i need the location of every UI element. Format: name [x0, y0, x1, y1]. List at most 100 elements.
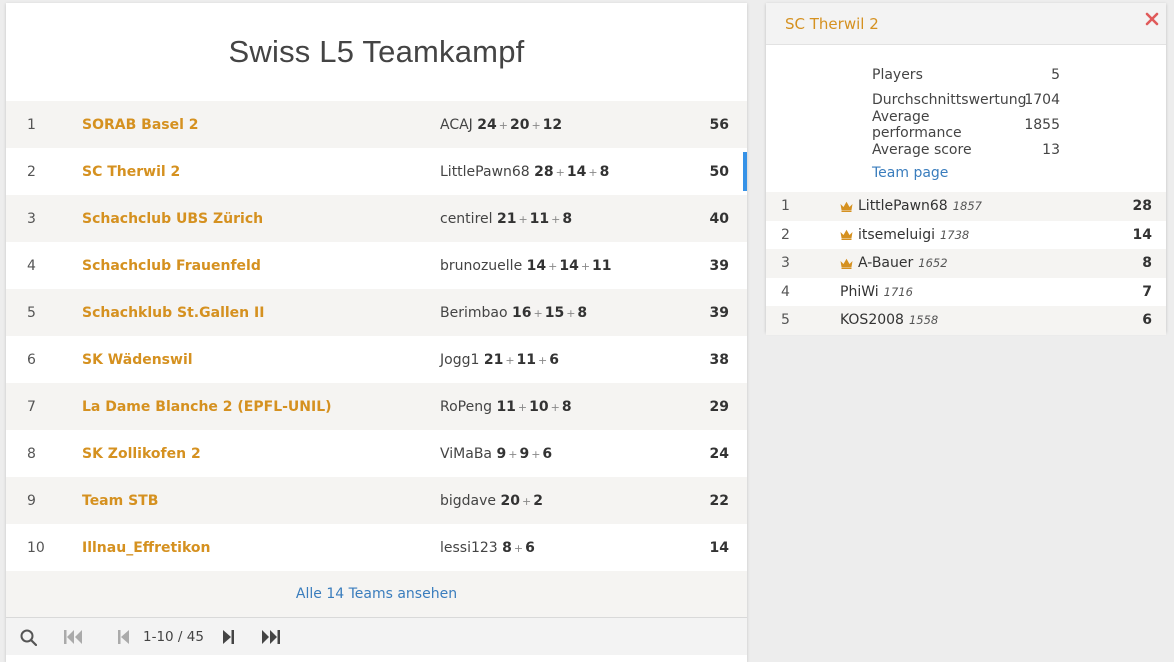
top-players: ViMaBa 9 +9 +6: [440, 446, 690, 462]
stat-average-performance: Average performance 1855: [872, 109, 1166, 141]
standings-row[interactable]: 9 Team STB bigdave 20 +2 22: [6, 477, 747, 524]
team-name-link[interactable]: Schachclub UBS Zürich: [82, 211, 440, 227]
player-name-link[interactable]: itsemeluigi: [858, 227, 935, 243]
player-name-link[interactable]: Berimbao: [440, 305, 508, 321]
stat-value: 1704: [1024, 91, 1060, 108]
plus-sign: +: [548, 259, 558, 273]
standings-row[interactable]: 2 SC Therwil 2 LittlePawn68 28 +14 +8 50: [6, 148, 747, 195]
player-points: 10: [529, 398, 549, 415]
player-score: 28: [1132, 198, 1152, 215]
player-name-link[interactable]: LittlePawn68: [440, 164, 530, 180]
player-points: 14: [559, 257, 579, 274]
plus-sign: +: [521, 494, 532, 508]
team-name-link[interactable]: Team STB: [82, 493, 440, 509]
player-name-link[interactable]: PhiWi: [840, 284, 879, 300]
player-name-link[interactable]: KOS2008: [840, 312, 904, 328]
standings-row[interactable]: 8 SK Zollikofen 2 ViMaBa 9 +9 +6 24: [6, 430, 747, 477]
plus-sign: +: [517, 400, 528, 414]
player-points: 28: [534, 163, 554, 180]
standings-row[interactable]: 3 Schachclub UBS Zürich centirel 21 +11 +8 40: [6, 195, 747, 242]
close-icon[interactable]: [1145, 11, 1159, 26]
player-name-link[interactable]: brunozuelle: [440, 258, 522, 274]
standings-row[interactable]: 5 Schachklub St.Gallen II Berimbao 16 +15 +8…: [6, 289, 747, 336]
standings-row[interactable]: 6 SK Wädenswil Jogg1 21 +11 +6 38: [6, 336, 747, 383]
plus-sign: +: [580, 259, 591, 273]
team-score: 39: [709, 304, 729, 321]
top-players: RoPeng 11 +10 +8: [440, 399, 690, 415]
player-score: 8: [1142, 255, 1152, 272]
team-name-link[interactable]: La Dame Blanche 2 (EPFL-UNIL): [82, 399, 440, 415]
team-rank: 9: [27, 492, 36, 509]
player-points: 11: [516, 351, 537, 368]
player-points: 14: [566, 163, 587, 180]
standings-row[interactable]: 1 SORAB Basel 2 ACAJ 24 +20 +12 56: [6, 101, 747, 148]
team-name-link[interactable]: Schachklub St.Gallen II: [82, 305, 440, 321]
player-rating: 1857: [952, 199, 982, 214]
team-info-title: SC Therwil 2: [785, 14, 879, 33]
stat-value: 5: [1051, 66, 1060, 83]
team-name-link[interactable]: SK Zollikofen 2: [82, 446, 440, 462]
plus-sign: +: [550, 400, 560, 414]
player-points: 21: [496, 210, 517, 227]
plus-sign: +: [505, 353, 515, 367]
player-score: 14: [1132, 226, 1152, 243]
team-name-link[interactable]: SC Therwil 2: [82, 164, 440, 180]
team-rank: 5: [27, 304, 36, 321]
standings-table: 1 SORAB Basel 2 ACAJ 24 +20 +12 56 2 SC Therwil…: [6, 101, 747, 571]
team-stats: Players 5 Durchschnittswertung 1704 Aver…: [766, 45, 1166, 192]
next-page-icon[interactable]: [218, 618, 240, 656]
player-name-link[interactable]: LittlePawn68: [858, 198, 948, 214]
standings-row[interactable]: 10 Illnau_Effretikon lessi123 8 +6 14: [6, 524, 747, 571]
stat-value: 1855: [1024, 116, 1060, 133]
team-score: 22: [709, 492, 729, 509]
top-players: Jogg1 21 +11 +6: [440, 352, 690, 368]
team-rank: 3: [27, 210, 36, 227]
player-name-link[interactable]: bigdave: [440, 493, 496, 509]
plus-sign: +: [538, 353, 548, 367]
stat-label: Durchschnittswertung: [872, 91, 1027, 108]
player-name-link[interactable]: centirel: [440, 211, 493, 227]
team-name-link[interactable]: Schachclub Frauenfeld: [82, 258, 440, 274]
player-name-link[interactable]: ViMaBa: [440, 446, 492, 462]
plus-sign: +: [531, 447, 541, 461]
player-rating: 1652: [918, 256, 948, 271]
player-name-link[interactable]: Jogg1: [440, 352, 479, 368]
team-player-row[interactable]: 5 KOS2008 1558 6: [766, 306, 1166, 335]
player-points: 6: [549, 351, 559, 368]
team-player-row[interactable]: 1 LittlePawn68 1857 28: [766, 192, 1166, 221]
player-name-link[interactable]: RoPeng: [440, 399, 492, 415]
team-name-link[interactable]: Illnau_Effretikon: [82, 540, 440, 556]
team-name-link[interactable]: SORAB Basel 2: [82, 117, 440, 133]
team-score: 56: [709, 116, 729, 133]
all-teams-link[interactable]: Alle 14 Teams ansehen: [6, 571, 747, 617]
search-icon[interactable]: [17, 618, 39, 656]
team-player-row[interactable]: 4 PhiWi 1716 7: [766, 277, 1166, 306]
player-rating: 1558: [908, 313, 939, 328]
team-score: 24: [709, 445, 729, 462]
top-players: centirel 21 +11 +8: [440, 211, 690, 227]
player-points: 2: [533, 492, 543, 509]
player-points: 15: [544, 304, 565, 321]
last-page-icon[interactable]: [259, 618, 283, 656]
player-name-link[interactable]: ACAJ: [440, 117, 473, 133]
player-points: 20: [500, 492, 520, 509]
player-points: 9: [519, 445, 530, 462]
standings-row[interactable]: 4 Schachclub Frauenfeld brunozuelle 14 +14 +…: [6, 242, 747, 289]
team-rank: 8: [27, 445, 36, 462]
player-name-link[interactable]: A-Bauer: [858, 255, 913, 271]
player-points: 8: [577, 304, 588, 321]
first-page-icon[interactable]: [62, 618, 84, 656]
team-name-link[interactable]: SK Wädenswil: [82, 352, 440, 368]
player-points: 8: [562, 210, 573, 227]
team-score: 39: [709, 257, 729, 274]
team-player-row[interactable]: 2 itsemeluigi 1738 14: [766, 220, 1166, 249]
player-points: 14: [526, 257, 547, 274]
player-points: 6: [525, 539, 535, 556]
top-players: LittlePawn68 28 +14 +8: [440, 164, 690, 180]
standings-row[interactable]: 7 La Dame Blanche 2 (EPFL-UNIL) RoPeng 11 +…: [6, 383, 747, 430]
top-players: Berimbao 16 +15 +8: [440, 305, 690, 321]
team-player-row[interactable]: 3 A-Bauer 1652 8: [766, 249, 1166, 278]
previous-page-icon[interactable]: [112, 618, 134, 656]
team-page-link[interactable]: Team page: [872, 162, 1166, 184]
player-name-link[interactable]: lessi123: [440, 540, 498, 556]
